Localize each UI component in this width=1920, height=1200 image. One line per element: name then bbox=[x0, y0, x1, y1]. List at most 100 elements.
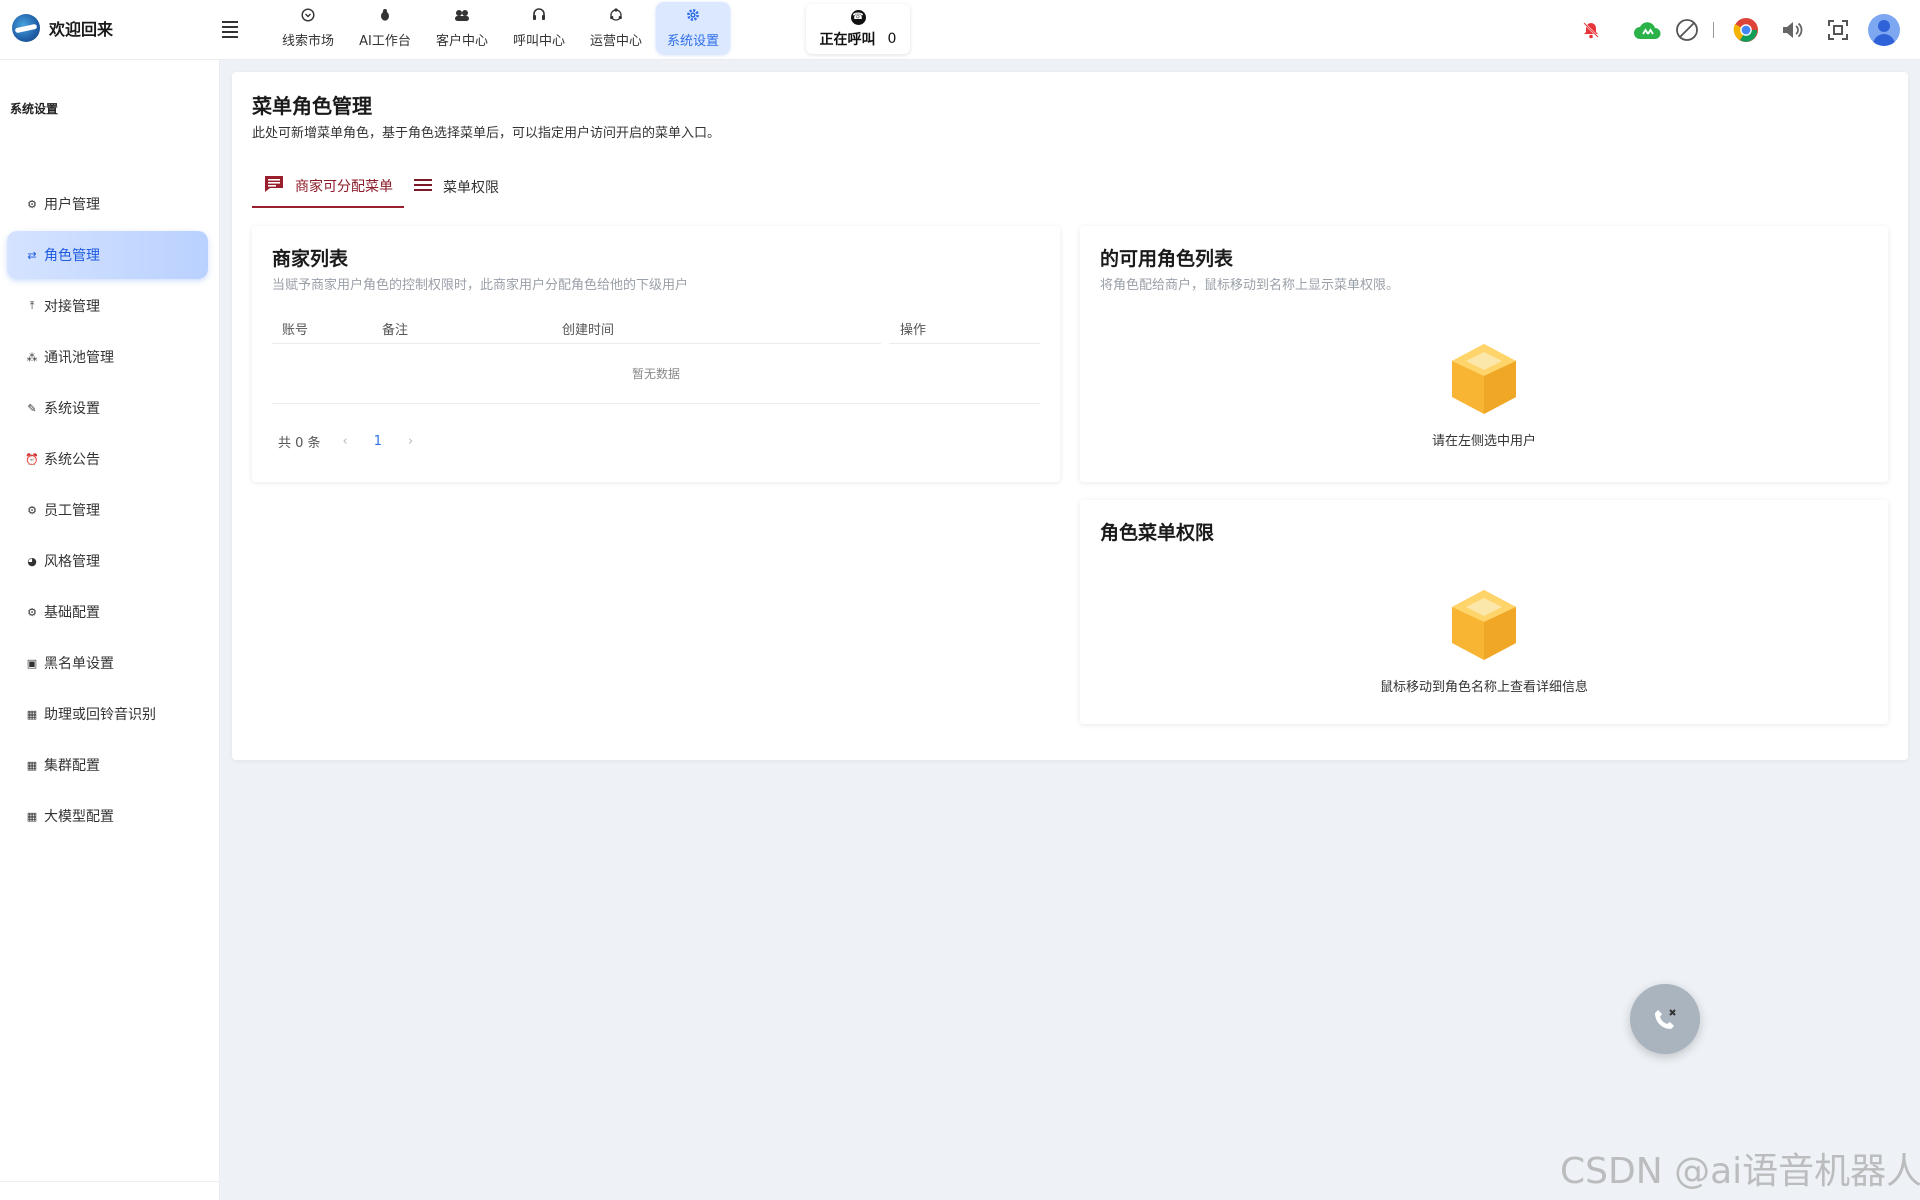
sidebar-item-announcements[interactable]: ⏰ 系统公告 bbox=[7, 435, 208, 483]
merchant-list-card: 商家列表 当赋予商家用户角色的控制权限时，此商家用户分配角色给他的下级用户 账号… bbox=[252, 226, 1060, 482]
page-number-button[interactable]: 1 bbox=[374, 434, 382, 449]
main-panel: 菜单角色管理 此处可新增菜单角色，基于角色选择菜单后，可以指定用户访问开启的菜单… bbox=[232, 72, 1908, 760]
column-header-account[interactable]: 账号 bbox=[282, 319, 308, 338]
page-title: 菜单角色管理 bbox=[252, 94, 372, 118]
sidebar-title: 系统设置 bbox=[10, 102, 59, 116]
avatar-icon[interactable] bbox=[1868, 14, 1900, 46]
sidebar-item-comm-pool[interactable]: ⁂ 通讯池管理 bbox=[7, 333, 208, 381]
brand-logo-icon bbox=[12, 14, 40, 42]
nav-item-leads[interactable]: 线索市场 bbox=[271, 2, 345, 54]
grid-icon: ▦ bbox=[26, 809, 38, 823]
palette-icon: ◕ bbox=[27, 554, 37, 568]
sidebar-item-label: 基础配置 bbox=[44, 605, 100, 621]
column-header-actions[interactable]: 操作 bbox=[900, 319, 926, 338]
sidebar-list: ⚙ 用户管理 ⇄ 角色管理 ⤒ 对接管理 ⁂ 通讯池管理 ✎ 系统设置 ⏰ 系统… bbox=[7, 180, 208, 843]
sidebar-item-blacklist[interactable]: ▣ 黑名单设置 bbox=[7, 639, 208, 687]
nav-item-label: 呼叫中心 bbox=[512, 33, 565, 49]
tab-label: 商家可分配菜单 bbox=[295, 179, 393, 195]
watermark: CSDN @ai语音机器人 bbox=[1560, 1151, 1920, 1192]
nav-item-ai-workbench[interactable]: AI工作台 bbox=[348, 2, 422, 54]
nav-item-label: AI工作台 bbox=[359, 33, 411, 49]
sidebar-item-user-management[interactable]: ⚙ 用户管理 bbox=[7, 180, 208, 228]
tab-menu-permissions[interactable]: 菜单权限 bbox=[414, 166, 524, 208]
roles-empty-text: 请在左侧选中用户 bbox=[1431, 434, 1536, 449]
sidebar-item-style[interactable]: ◕ 风格管理 bbox=[7, 537, 208, 585]
network-icon: ⁂ bbox=[26, 350, 38, 364]
sidebar-item-staff[interactable]: ⚙ 员工管理 bbox=[7, 486, 208, 534]
brand[interactable]: 欢迎回来 bbox=[12, 14, 113, 42]
sidebar-item-label: 助理或回铃音识别 bbox=[44, 707, 156, 723]
sidebar-item-label: 用户管理 bbox=[44, 197, 100, 213]
tab-merchant-menus[interactable]: 商家可分配菜单 bbox=[252, 166, 404, 208]
sidebar-item-label: 系统设置 bbox=[44, 401, 100, 417]
sidebar-item-label: 员工管理 bbox=[44, 503, 100, 519]
phone-icon: ☎ bbox=[850, 9, 866, 25]
pagination: 共 0 条 ‹ 1 › bbox=[278, 432, 413, 451]
sidebar-item-basic-config[interactable]: ⚙ 基础配置 bbox=[7, 588, 208, 636]
menu-toggle-icon[interactable] bbox=[222, 21, 238, 38]
sidebar-item-label: 通讯池管理 bbox=[44, 350, 114, 366]
phone-hangup-icon bbox=[1655, 1009, 1676, 1029]
sidebar-item-label: 集群配置 bbox=[44, 758, 100, 774]
message-icon bbox=[264, 175, 284, 197]
calling-count: 0 bbox=[887, 30, 897, 47]
role-menu-empty-state: 鼠标移动到角色名称上查看详细信息 bbox=[1080, 588, 1888, 695]
sidebar-item-cluster[interactable]: ▦ 集群配置 bbox=[7, 741, 208, 789]
sidebar-item-system-settings[interactable]: ✎ 系统设置 bbox=[7, 384, 208, 432]
block-icon[interactable] bbox=[1673, 16, 1701, 44]
sidebar-divider bbox=[0, 1181, 220, 1182]
chrome-icon[interactable] bbox=[1732, 16, 1760, 44]
pagination-total: 共 0 条 bbox=[278, 436, 321, 451]
fullscreen-icon[interactable] bbox=[1824, 16, 1852, 44]
page-description: 此处可新增菜单角色，基于角色选择菜单后，可以指定用户访问开启的菜单入口。 bbox=[252, 126, 721, 141]
wrench-icon: ✎ bbox=[27, 401, 37, 415]
sidebar-item-ringback-recognition[interactable]: ▦ 助理或回铃音识别 bbox=[7, 690, 208, 738]
prev-page-button[interactable]: ‹ bbox=[343, 434, 348, 449]
nav-item-call-center[interactable]: 呼叫中心 bbox=[502, 2, 576, 54]
cloud-upload-icon[interactable] bbox=[1633, 16, 1661, 44]
tab-label: 菜单权限 bbox=[443, 180, 499, 196]
sidebar-item-llm-config[interactable]: ▦ 大模型配置 bbox=[7, 792, 208, 840]
brand-title: 欢迎回来 bbox=[49, 20, 114, 39]
sidebar-item-label: 大模型配置 bbox=[44, 809, 114, 825]
bell-off-icon[interactable] bbox=[1577, 16, 1605, 44]
grid-icon: ▦ bbox=[26, 707, 38, 721]
role-menu-empty-text: 鼠标移动到角色名称上查看详细信息 bbox=[1379, 680, 1588, 695]
chevron-circle-icon bbox=[301, 7, 315, 26]
nav-item-label: 客户中心 bbox=[435, 33, 488, 49]
share-icon bbox=[609, 7, 623, 26]
users-icon bbox=[454, 8, 470, 26]
alarm-icon: ⏰ bbox=[25, 452, 39, 466]
sidebar-item-role-management[interactable]: ⇄ 角色管理 bbox=[7, 231, 208, 279]
volume-icon[interactable] bbox=[1778, 16, 1806, 44]
table-empty-state: 暂无数据 bbox=[272, 344, 1040, 404]
nav-item-customers[interactable]: 客户中心 bbox=[425, 2, 499, 54]
tab-bar: 商家可分配菜单 菜单权限 bbox=[252, 166, 1888, 208]
table-header: 账号 备注 创建时间 操作 bbox=[272, 310, 1040, 346]
nav-item-system-settings[interactable]: 系统设置 bbox=[656, 2, 730, 54]
nav-item-label: 运营中心 bbox=[589, 33, 642, 49]
next-page-button[interactable]: › bbox=[408, 434, 413, 449]
role-menu-title: 角色菜单权限 bbox=[1100, 522, 1215, 544]
sidebar: 系统设置 ⚙ 用户管理 ⇄ 角色管理 ⤒ 对接管理 ⁂ 通讯池管理 ✎ 系统设置… bbox=[0, 60, 220, 1200]
available-roles-card: 的可用角色列表 将角色配给商户，鼠标移动到名称上显示菜单权限。 请在左侧选中用户 bbox=[1080, 226, 1888, 482]
sidebar-item-integration[interactable]: ⤒ 对接管理 bbox=[7, 282, 208, 330]
top-nav: 线索市场 AI工作台 客户中心 呼叫中心 运营中心 系统设置 bbox=[271, 2, 733, 54]
column-header-remark[interactable]: 备注 bbox=[382, 319, 408, 338]
contact-icon: ▣ bbox=[26, 656, 38, 670]
toolbar bbox=[1559, 14, 1900, 46]
switch-icon: ⇄ bbox=[27, 248, 37, 262]
calling-status[interactable]: ☎ 正在呼叫 0 bbox=[806, 4, 910, 54]
gear-icon: ⚙ bbox=[27, 503, 37, 517]
menu-lines-icon bbox=[414, 178, 432, 196]
floating-phone-button[interactable] bbox=[1630, 984, 1700, 1054]
available-roles-title: 的可用角色列表 bbox=[1100, 248, 1234, 270]
top-bar: 欢迎回来 线索市场 AI工作台 客户中心 呼叫中心 运营中心 系统设置 ☎ 正在… bbox=[0, 0, 1920, 60]
nav-item-label: 系统设置 bbox=[666, 33, 719, 49]
grid-icon: ▦ bbox=[26, 758, 38, 772]
gear-icon: ⚙ bbox=[27, 197, 37, 211]
nav-item-operations[interactable]: 运营中心 bbox=[579, 2, 653, 54]
role-menu-card: 角色菜单权限 鼠标移动到角色名称上查看详细信息 bbox=[1080, 500, 1888, 724]
empty-box-icon bbox=[1452, 344, 1516, 414]
column-header-created-at[interactable]: 创建时间 bbox=[562, 319, 614, 338]
